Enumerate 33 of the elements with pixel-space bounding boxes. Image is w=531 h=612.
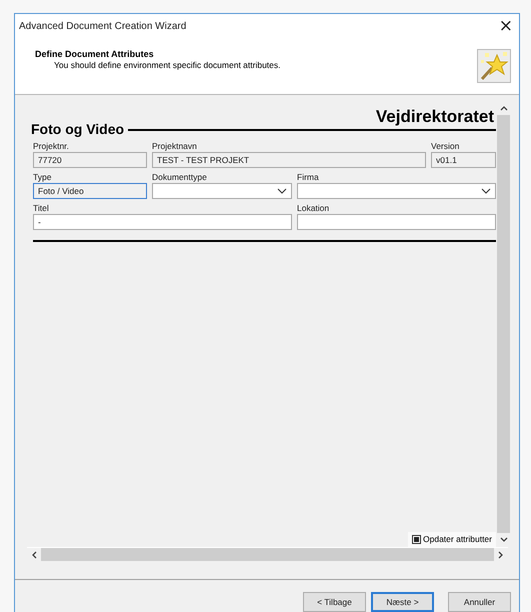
wizard-button[interactable]: Næste > xyxy=(371,592,434,612)
field-label: Projektnr. xyxy=(33,140,70,152)
magic-wand-icon xyxy=(477,49,511,83)
chevron-down-icon[interactable] xyxy=(500,537,508,543)
input-field[interactable] xyxy=(297,214,496,230)
chevron-left-icon[interactable] xyxy=(31,550,37,558)
wizard-button[interactable]: Annuller xyxy=(448,592,511,612)
organization-heading: Vejdirektoratet xyxy=(376,107,494,127)
field-label: Type xyxy=(33,171,52,183)
page-title: Define Document Attributes xyxy=(35,48,155,58)
field-label: Version xyxy=(431,140,460,152)
chevron-up-icon[interactable] xyxy=(500,105,508,111)
section-heading: Foto og Video xyxy=(31,121,126,137)
input-field[interactable]: - xyxy=(33,214,292,230)
chevron-right-icon[interactable] xyxy=(498,550,504,558)
checkbox[interactable] xyxy=(412,534,422,544)
field-label: Dokumenttype xyxy=(152,171,208,183)
field-label: Titel xyxy=(33,202,50,214)
input-field[interactable]: 77720 xyxy=(33,152,147,168)
field-label: Projektnavn xyxy=(152,140,198,152)
dropdown-field[interactable] xyxy=(152,183,292,199)
window-title: Advanced Document Creation Wizard xyxy=(19,20,186,32)
chevron-down-icon xyxy=(277,188,287,194)
field-label: Lokation xyxy=(297,202,330,214)
input-field[interactable]: TEST - TEST PROJEKT xyxy=(152,152,426,168)
input-field[interactable]: Foto / Video xyxy=(33,183,147,199)
dropdown-field[interactable] xyxy=(297,183,496,199)
page-subtitle: You should define environment specific document attributes. xyxy=(54,60,280,70)
input-field[interactable]: v01.1 xyxy=(431,152,496,168)
close-button[interactable]: × xyxy=(492,16,519,36)
field-label: Firma xyxy=(297,171,320,183)
wizard-button[interactable]: < Tilbage xyxy=(303,592,366,612)
chevron-down-icon xyxy=(481,188,491,194)
